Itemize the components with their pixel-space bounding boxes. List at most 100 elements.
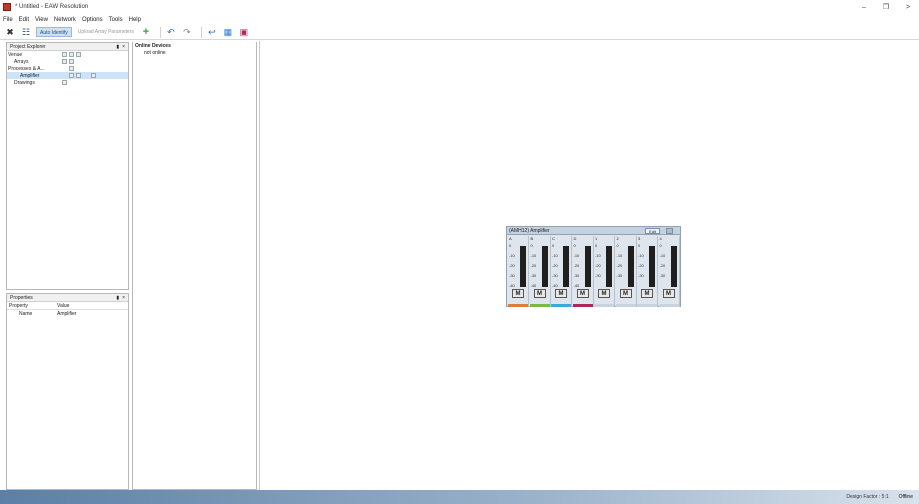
pin-icon[interactable]: ▮: [116, 44, 119, 50]
project-explorer-title: Project Explorer: [10, 43, 46, 50]
online-devices-status: not online: [133, 49, 256, 56]
mute-button[interactable]: M: [641, 289, 653, 298]
add-icon[interactable]: +: [140, 26, 152, 38]
connection-status: Offline: [898, 494, 913, 500]
visibility-icon[interactable]: [62, 59, 67, 64]
visibility-icon[interactable]: [69, 73, 74, 78]
online-status-text: not online: [144, 49, 166, 56]
mute-button[interactable]: M: [619, 289, 632, 298]
mute-button[interactable]: M: [512, 289, 524, 298]
auto-identify-button[interactable]: Auto Identify: [36, 27, 72, 37]
amplifier-close-button[interactable]: [666, 228, 673, 234]
channel-label: 2: [616, 236, 619, 241]
meter-scale-label: -20: [595, 263, 601, 268]
undo-icon[interactable]: ↶: [165, 26, 177, 38]
amplifier-channel: 2 0 -10 -20 -30 M: [615, 236, 637, 307]
meter-scale-label: -10: [552, 253, 558, 258]
menu-tools[interactable]: Tools: [109, 17, 123, 23]
channel-label: 1: [595, 236, 598, 241]
tree-item-amplifier[interactable]: Amplifier: [7, 72, 128, 79]
pin-icon[interactable]: ▮: [116, 295, 119, 301]
meter-scale-label: -10: [573, 253, 580, 258]
menu-view[interactable]: View: [35, 17, 48, 23]
visibility-icon[interactable]: [62, 52, 67, 57]
channel-color-strip: [572, 304, 593, 307]
channel-label: 4: [659, 236, 662, 241]
properties-header: Properties ▮ ×: [7, 294, 128, 302]
level-meter: [541, 246, 548, 287]
amplifier-channel: A 0 -10 -20 -30 -40 M: [508, 236, 529, 307]
wrench-icon[interactable]: ✖: [4, 26, 16, 38]
toolbar: ✖ ☷ Auto Identify Upload Array Parameter…: [0, 25, 919, 40]
toolbar-separator: [159, 26, 161, 38]
new-document-icon[interactable]: ↩: [206, 26, 218, 38]
properties-title: Properties: [10, 294, 33, 301]
close-button[interactable]: >: [897, 0, 919, 14]
mute-button[interactable]: M: [555, 289, 567, 298]
minimize-button[interactable]: –: [853, 0, 875, 14]
meter-scale-label: -30: [530, 273, 537, 278]
meter-scale-label: -40: [509, 283, 515, 288]
lock-icon[interactable]: [69, 59, 74, 64]
meter-scale-label: 0: [659, 243, 662, 248]
mute-button[interactable]: M: [533, 289, 546, 298]
menu-network[interactable]: Network: [54, 17, 76, 23]
menu-options[interactable]: Options: [82, 17, 103, 23]
channel-color-strip: [615, 304, 636, 307]
menu-edit[interactable]: Edit: [19, 17, 29, 23]
channel-color-strip: [658, 304, 679, 307]
open-folder-icon[interactable]: ▦: [222, 26, 234, 38]
mute-button[interactable]: M: [662, 289, 675, 298]
save-icon[interactable]: ▣: [238, 26, 250, 38]
project-explorer-panel: Project Explorer ▮ × Venue Arrays Proces…: [6, 42, 129, 290]
amplifier-channels: A 0 -10 -20 -30 -40 M B 0 -10 -20 -30 -40 M C 0 -10 -20 -3…: [508, 236, 681, 307]
mute-button[interactable]: M: [598, 289, 610, 298]
meter-scale-label: -10: [638, 253, 644, 258]
online-devices-header[interactable]: Online Devices: [133, 42, 256, 49]
meter-scale-label: -20: [509, 263, 515, 268]
amplifier-widget[interactable]: (AMH12) Amplifier Edit A 0 -10 -20 -30 -40 M B 0…: [506, 226, 681, 307]
tree-item-label: Drawings: [14, 79, 35, 86]
property-row[interactable]: Name Amplifier: [7, 310, 128, 318]
tree-item-arrays[interactable]: Arrays: [7, 58, 128, 65]
tree-item-label: Amplifier: [20, 72, 40, 79]
network-icon[interactable]: ☷: [20, 26, 32, 38]
meter-scale-label: -30: [509, 273, 515, 278]
meter-scale-label: -10: [509, 253, 515, 258]
meter-scale-label: -30: [573, 273, 580, 278]
meter-scale-label: -30: [616, 273, 623, 278]
meter-scale-label: -20: [530, 263, 537, 268]
amplifier-channel: D 0 -10 -20 -30 -40 M: [572, 236, 594, 307]
meter-scale-label: 0: [509, 243, 512, 248]
tree-item-drawings[interactable]: Drawings: [7, 79, 128, 86]
meter-scale-label: -30: [659, 273, 666, 278]
channel-label: 3: [638, 236, 641, 241]
lock-icon[interactable]: [69, 52, 74, 57]
close-icon[interactable]: ×: [122, 44, 125, 50]
amplifier-header[interactable]: (AMH12) Amplifier Edit: [507, 227, 680, 235]
title-bar: * Untitled - EAW Resolution – ❐ >: [0, 0, 919, 14]
meter-scale-label: 0: [595, 243, 598, 248]
upload-array-button[interactable]: Upload Array Parameters: [75, 27, 137, 37]
grid-icon[interactable]: [91, 73, 96, 78]
tree-item-label: Arrays: [14, 58, 29, 65]
tree-item-processes[interactable]: Processes & A...: [7, 65, 128, 72]
property-value[interactable]: Amplifier: [57, 311, 76, 317]
visibility-icon[interactable]: [62, 80, 67, 85]
grid-icon[interactable]: [76, 52, 81, 57]
lock-icon[interactable]: [69, 66, 74, 71]
tree-item-venue[interactable]: Venue: [7, 51, 128, 58]
level-meter: [520, 246, 526, 287]
window-controls: – ❐ >: [853, 0, 919, 14]
redo-icon[interactable]: ↷: [181, 26, 193, 38]
restore-button[interactable]: ❐: [875, 0, 897, 14]
meter-scale-label: -10: [616, 253, 623, 258]
lock-icon[interactable]: [76, 73, 81, 78]
menu-file[interactable]: File: [3, 17, 13, 23]
menu-help[interactable]: Help: [129, 17, 141, 23]
mute-button[interactable]: M: [576, 289, 589, 298]
meter-scale-label: -40: [552, 283, 558, 288]
close-icon[interactable]: ×: [122, 295, 125, 301]
meter-scale-label: -10: [595, 253, 601, 258]
amplifier-edit-button[interactable]: Edit: [645, 228, 660, 234]
